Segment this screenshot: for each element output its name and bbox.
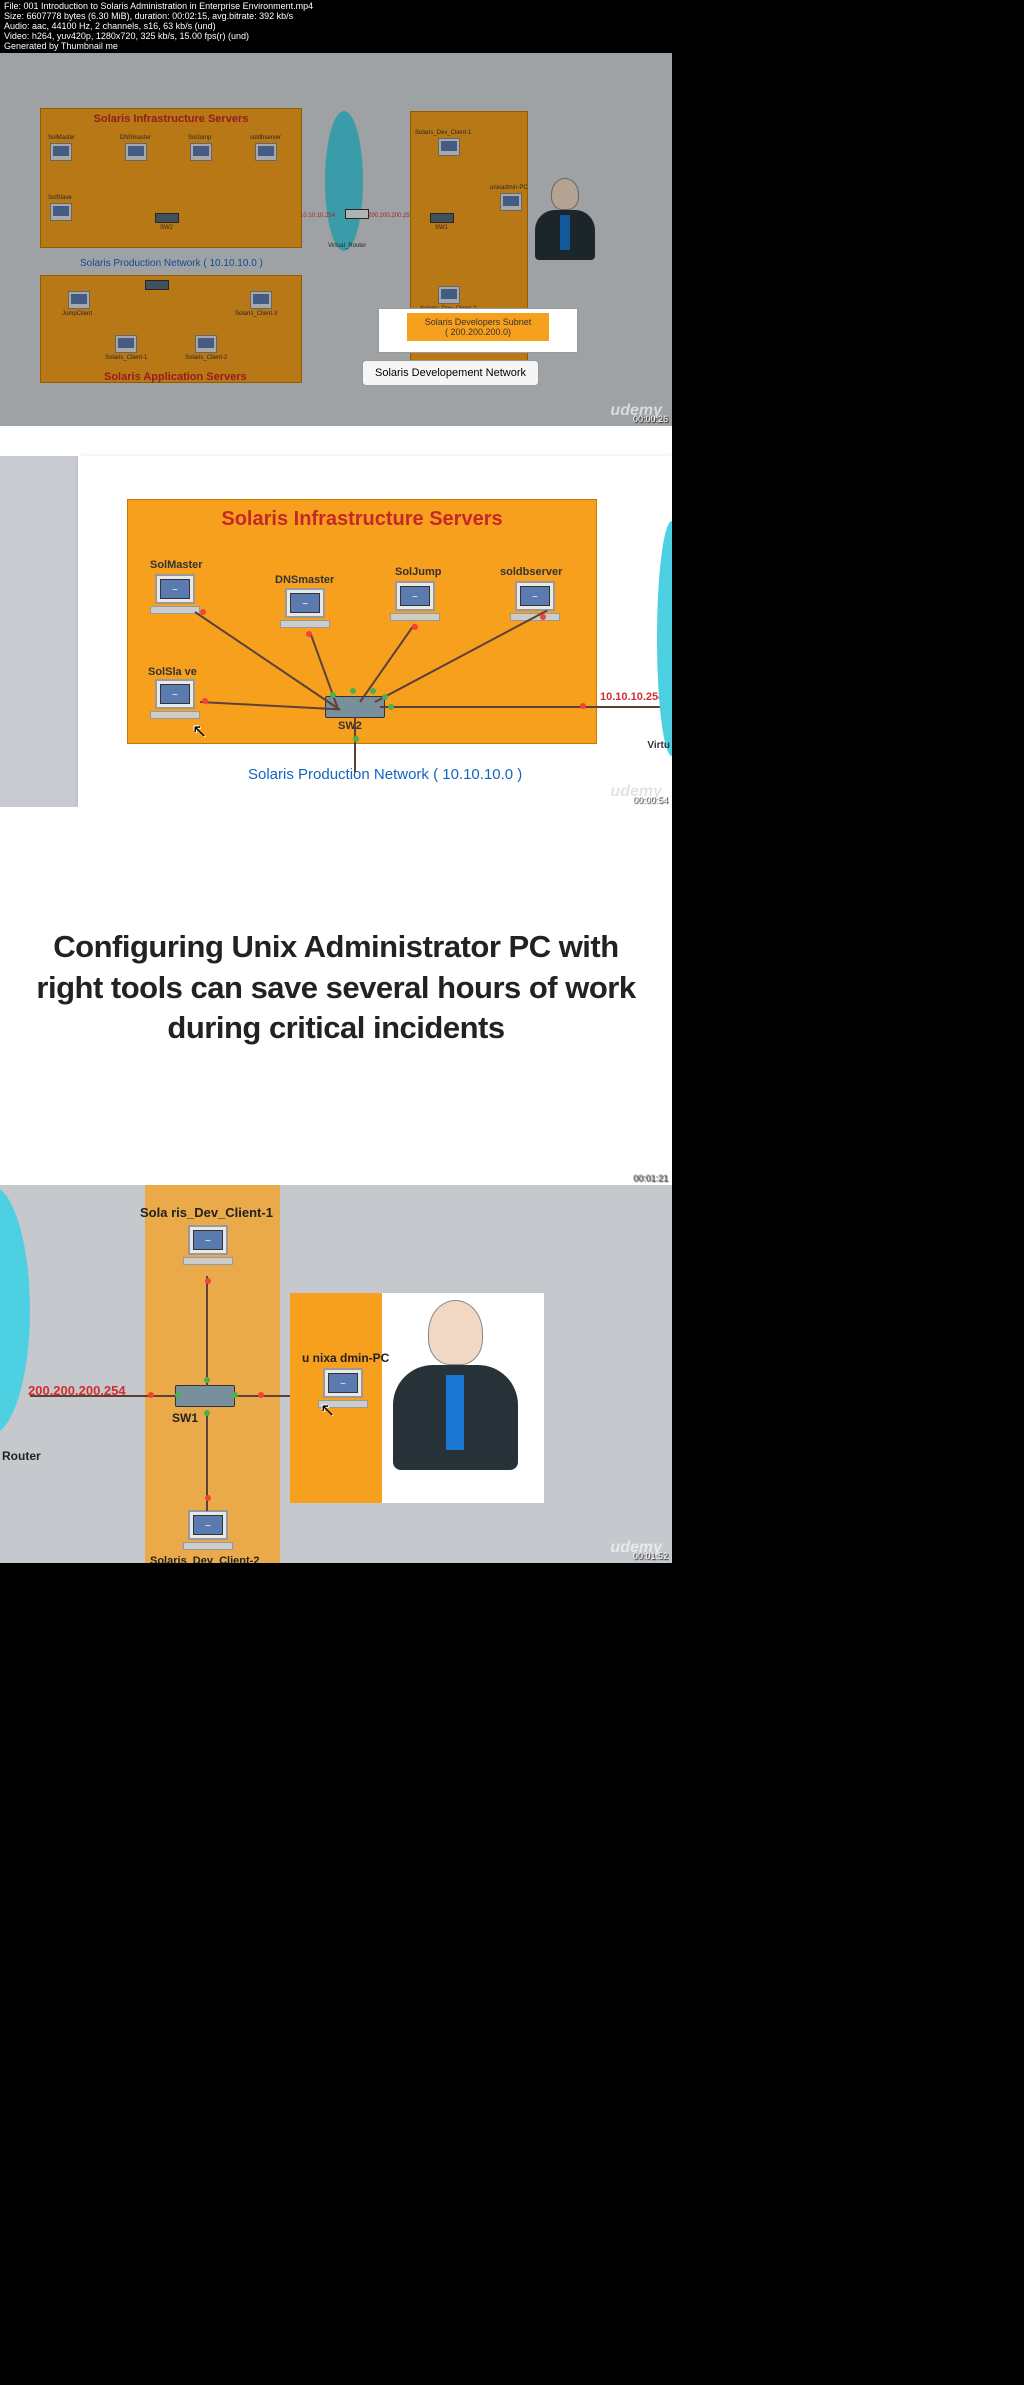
video-metadata: File: 001 Introduction to Solaris Admini… [0,0,672,53]
switch-sw1-big [175,1385,235,1407]
dev-subnet-title: Solaris Developers Subnet [411,317,545,327]
dim-overlay [0,53,672,426]
infra-title-big: Solaris Infrastructure Servers [128,500,596,539]
thumbnail-grid: File: 001 Introduction to Solaris Admini… [0,0,672,1563]
timestamp-2: 00:00:54 [633,795,668,805]
line-f4-2 [206,1276,208,1386]
virt-label: Virtu [647,740,670,751]
dev-subnet-popup: Solaris Developers Subnet ( 200.200.200.… [378,308,578,353]
line-f4-1 [30,1395,180,1397]
meta-generated: Generated by Thumbnail me [4,42,668,52]
pc-devclient2-big [183,1510,233,1555]
timestamp-1: 00:00:26 [633,414,668,424]
label-soldbserver-big: soldbserver [500,566,562,578]
prod-net-label-big: Solaris Production Network ( 10.10.10.0 … [248,766,522,783]
frame-3: Configuring Unix Administrator PC with r… [0,807,672,1185]
router-label: Router [2,1449,41,1463]
label-soljump-big: SolJump [395,566,441,578]
frame-4: Router 200.200.200.254 Sola ris_Dev_Clie… [0,1185,672,1563]
label-solslave-big: SolSla ve [148,666,197,678]
line-6 [380,706,672,708]
dev-subnet-ip: ( 200.200.200.0) [411,327,545,337]
slide-text: Configuring Unix Administrator PC with r… [20,927,652,1048]
dev-network-button[interactable]: Solaris Developement Network [362,360,539,386]
sw1-label: SW1 [172,1411,198,1425]
pc-devclient1-big [183,1225,233,1270]
timestamp-4: 00:01:52 [633,1551,668,1561]
line-7 [354,717,356,772]
devclient2-label: Solaris_Dev_Client-2 [150,1555,259,1563]
label-sw2-big: SW2 [338,720,362,732]
pc-soldbserver-big [510,581,560,626]
label-solmaster-big: SolMaster [150,559,203,571]
label-dnsmaster-big: DNSmaster [275,574,334,586]
pc-dnsmaster-big [280,588,330,633]
admin-person-big-icon [385,1300,525,1480]
mouse-cursor-icon-4 [320,1400,334,1420]
pc-soljump-big [390,581,440,626]
mouse-cursor-icon [192,721,206,741]
timestamp-3: 00:01:21 [633,1173,668,1183]
unixadmin-label: u nixa dmin-PC [302,1351,389,1365]
devclient1-label: Sola ris_Dev_Client-1 [140,1205,273,1220]
pc-solmaster-big [150,574,200,619]
ip-label: 10.10.10.254 [600,691,664,703]
frame-2: Solaris Infrastructure Servers SolMaster… [0,426,672,807]
frame-1: Solaris Infrastructure Servers SolMaster… [0,53,672,426]
pc-solslave-big [150,679,200,724]
